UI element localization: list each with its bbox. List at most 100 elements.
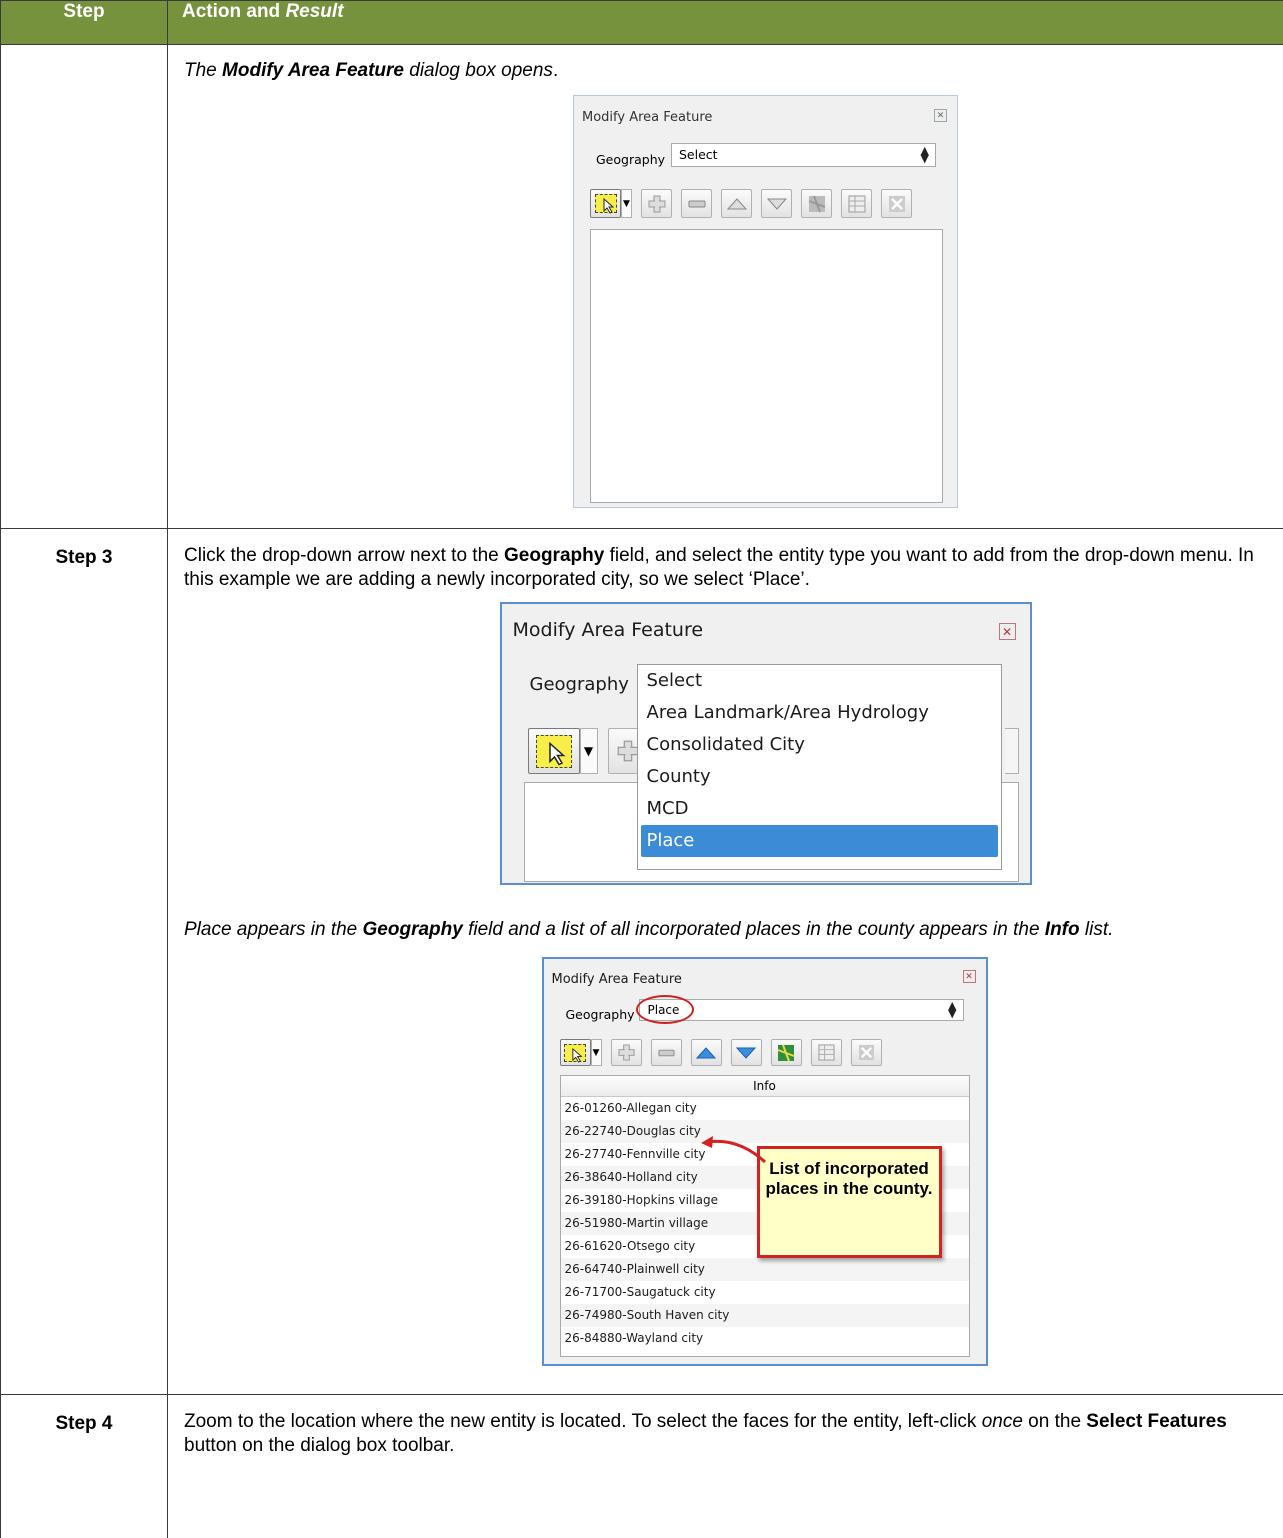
clear-icon xyxy=(888,195,905,212)
geography-label: Geography xyxy=(529,674,629,695)
table-row: Step 4 Zoom to the location where the ne… xyxy=(0,1394,1283,1538)
clear-button[interactable] xyxy=(850,1039,882,1066)
instruction-text: Zoom to the location where the new entit… xyxy=(184,1410,1269,1458)
dialog-title: Modify Area Feature xyxy=(512,619,704,641)
highlight-circle xyxy=(635,995,694,1024)
map-button[interactable] xyxy=(770,1039,802,1066)
add-icon xyxy=(648,195,665,212)
table-icon xyxy=(817,1044,835,1061)
list-item[interactable]: 26-74980-South Haven city xyxy=(560,1304,969,1327)
remove-button[interactable] xyxy=(681,189,712,218)
move-up-icon xyxy=(696,1046,716,1058)
table-row: The Modify Area Feature dialog box opens… xyxy=(0,44,1283,529)
result-text: Place appears in the Geography field and… xyxy=(184,918,1269,942)
action-cell: Click the drop-down arrow next to the Ge… xyxy=(167,528,1283,1395)
move-down-icon xyxy=(766,198,787,210)
dropdown-arrow-icon[interactable]: ▼ xyxy=(579,728,598,774)
combo-arrows-icon: ▲ ▼ xyxy=(920,144,929,165)
close-icon[interactable]: ✕ xyxy=(962,970,976,983)
instr4-b: once xyxy=(981,1411,1023,1432)
table-button[interactable] xyxy=(810,1039,842,1066)
instr-bold: Geography xyxy=(504,545,605,566)
callout-arrow xyxy=(700,1136,766,1164)
dialog-title: Modify Area Feature xyxy=(582,110,713,125)
close-icon[interactable]: ✕ xyxy=(998,623,1016,640)
move-down-button[interactable] xyxy=(730,1039,762,1066)
result-post: dialog box opens xyxy=(403,60,553,81)
modify-area-feature-dialog: Modify Area Feature ✕ Geography Select ▲… xyxy=(573,95,958,508)
info-list[interactable] xyxy=(590,229,943,503)
select-features-button[interactable] xyxy=(527,728,580,774)
callout-note: List of incorporated places in the count… xyxy=(756,1146,942,1258)
header-action: Action and Result xyxy=(167,0,1283,45)
geography-dropdown-menu[interactable]: Select Area Landmark/Area Hydrology Cons… xyxy=(636,664,1002,870)
result-pre: The xyxy=(184,60,223,81)
geography-label: Geography xyxy=(565,1007,635,1022)
instr-part1: Click the drop-down arrow next to the xyxy=(184,545,504,566)
table-button[interactable] xyxy=(841,189,872,218)
select-features-icon xyxy=(564,1043,586,1063)
add-icon xyxy=(617,740,638,762)
list-item[interactable]: 26-64740-Plainwell city xyxy=(560,1258,969,1281)
modify-area-feature-dialog-dropdown: Modify Area Feature ✕ Geography ▼ Select… xyxy=(499,602,1032,885)
list-item[interactable]: 26-71700-Saugatuck city xyxy=(561,1281,969,1304)
result2-c: field and a list of all incorporated pla… xyxy=(462,919,1045,940)
instr4-e: button on the dialog box toolbar. xyxy=(184,1435,455,1456)
clear-button[interactable] xyxy=(881,189,912,218)
menu-option-place[interactable]: Place xyxy=(640,825,998,857)
map-icon xyxy=(808,195,825,212)
remove-icon xyxy=(657,1049,675,1056)
close-icon[interactable]: ✕ xyxy=(934,109,947,122)
add-icon xyxy=(617,1044,635,1061)
geography-combo[interactable]: Select ▲ ▼ xyxy=(671,143,936,167)
list-item[interactable]: 26-84880-Wayland city xyxy=(561,1327,969,1350)
result-text: The Modify Area Feature dialog box opens… xyxy=(184,59,1269,83)
step-cell-empty xyxy=(0,44,168,529)
move-up-button[interactable] xyxy=(690,1039,722,1066)
select-features-button[interactable] xyxy=(590,189,621,218)
toolbar-edge xyxy=(1004,728,1019,774)
move-down-button[interactable] xyxy=(761,189,792,218)
step-label: Step 3 xyxy=(0,528,168,1395)
result2-b: Geography xyxy=(362,919,463,940)
geography-combo[interactable]: Place ▲ ▼ xyxy=(635,995,964,1024)
menu-option-consolidated-city[interactable]: Consolidated City xyxy=(638,729,1001,761)
move-down-icon xyxy=(736,1047,756,1059)
procedure-table: Step Action and Result The Modify Area F… xyxy=(0,0,1283,1538)
header-step: Step xyxy=(0,0,168,45)
dropdown-arrow-icon[interactable]: ▼ xyxy=(621,189,632,218)
action-cell: Zoom to the location where the new entit… xyxy=(167,1394,1283,1538)
add-button[interactable] xyxy=(641,189,672,218)
modify-area-feature-dialog-place: Modify Area Feature ✕ Geography Place ▲ ▼ xyxy=(541,957,988,1366)
dialog1-wrapper: Modify Area Feature ✕ Geography Select ▲… xyxy=(184,95,1269,508)
header-result-text: Result xyxy=(285,1,344,22)
move-up-button[interactable] xyxy=(721,189,752,218)
menu-option-county[interactable]: County xyxy=(638,761,1001,793)
menu-option-select[interactable]: Select xyxy=(638,665,1001,697)
info-column-header[interactable]: Info xyxy=(560,1076,969,1097)
dropdown-arrow-icon[interactable]: ▼ xyxy=(590,1039,602,1066)
map-icon xyxy=(777,1044,795,1061)
menu-option-mcd[interactable]: MCD xyxy=(638,793,1001,825)
table-row: Step 3 Click the drop-down arrow next to… xyxy=(0,528,1283,1395)
result-end: . xyxy=(552,60,559,81)
result2-d: Info xyxy=(1044,919,1080,940)
menu-option-area-landmark[interactable]: Area Landmark/Area Hydrology xyxy=(638,697,1001,729)
add-button[interactable] xyxy=(610,1039,642,1066)
instruction-text: Click the drop-down arrow next to the Ge… xyxy=(184,544,1269,592)
select-features-icon xyxy=(535,734,572,768)
action-cell: The Modify Area Feature dialog box opens… xyxy=(167,44,1283,529)
dialog-toolbar: ▼ xyxy=(590,189,921,218)
list-item[interactable]: 26-01260-Allegan city xyxy=(561,1097,969,1120)
dialog3-wrapper: Modify Area Feature ✕ Geography Place ▲ ▼ xyxy=(184,957,1269,1366)
clear-icon xyxy=(858,1044,874,1061)
dialog2-wrapper: Modify Area Feature ✕ Geography ▼ Select… xyxy=(184,602,1269,885)
geography-label: Geography xyxy=(596,152,666,167)
remove-button[interactable] xyxy=(650,1039,682,1066)
move-up-icon xyxy=(726,197,747,209)
select-features-button[interactable] xyxy=(559,1039,591,1066)
combo-arrows-icon: ▲ ▼ xyxy=(948,999,957,1020)
map-button[interactable] xyxy=(801,189,832,218)
remove-icon xyxy=(688,200,705,207)
select-features-icon xyxy=(594,194,617,214)
